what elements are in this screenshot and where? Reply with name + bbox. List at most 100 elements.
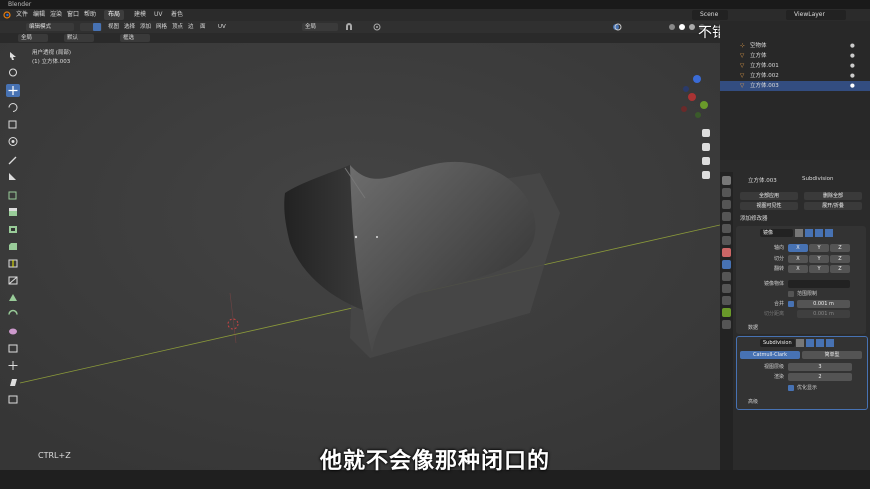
tool-tab-icon[interactable]	[722, 176, 731, 185]
apply-all-button[interactable]: 全部应用	[740, 192, 798, 200]
clipping-checkbox[interactable]	[788, 291, 794, 297]
add-modifier-dropdown[interactable]: 添加修改器	[740, 214, 768, 222]
transform-orientation[interactable]: 全局	[302, 23, 338, 31]
pivot-select[interactable]: 默认	[64, 34, 94, 42]
zoom-icon[interactable]	[702, 129, 710, 137]
bisect-y-toggle[interactable]: Y	[809, 255, 829, 263]
physics-tab-icon[interactable]	[722, 284, 731, 293]
outliner-item-selected[interactable]: ▽ 立方体.003 ●	[720, 81, 870, 91]
merge-distance-field[interactable]: 0.001 m	[797, 300, 850, 308]
subdivision-display-toggles[interactable]	[796, 339, 836, 347]
subdivision-name-field[interactable]: Subdivision	[760, 339, 795, 347]
transform-tool[interactable]	[6, 135, 20, 148]
bisect-z-toggle[interactable]: Z	[830, 255, 850, 263]
pan-icon[interactable]	[702, 143, 710, 151]
proportional-edit-icon[interactable]	[373, 23, 381, 31]
world-tab-icon[interactable]	[722, 236, 731, 245]
object-tab-icon[interactable]	[722, 248, 731, 257]
delete-all-button[interactable]: 删除全部	[804, 192, 862, 200]
measure-tool[interactable]	[6, 170, 20, 183]
3d-viewport[interactable]: 用户透视 (局部) (1) 立方体.003	[0, 43, 720, 470]
mirror-name-field[interactable]: 镜像	[760, 229, 793, 237]
camera-view-icon[interactable]	[702, 157, 710, 165]
move-tool[interactable]	[6, 84, 20, 97]
flip-z-toggle[interactable]: Z	[830, 265, 850, 273]
rotate-tool[interactable]	[6, 101, 20, 114]
visibility-icon[interactable]: ●	[850, 51, 855, 61]
tab-layout[interactable]: 布局	[104, 10, 125, 20]
shrink-fatten-tool[interactable]	[6, 359, 20, 372]
particles-tab-icon[interactable]	[722, 272, 731, 281]
outliner-item[interactable]: ▽ 立方体.001 ●	[720, 61, 870, 71]
expand-collapse-button[interactable]: 展开/折叠	[804, 202, 862, 210]
render-tab-icon[interactable]	[722, 188, 731, 197]
select-mode-buttons[interactable]	[80, 23, 102, 31]
bevel-tool[interactable]	[6, 240, 20, 253]
extrude-tool[interactable]	[6, 206, 20, 219]
inset-tool[interactable]	[6, 223, 20, 236]
menu-face[interactable]: 面	[200, 22, 206, 32]
flip-y-toggle[interactable]: Y	[809, 265, 829, 273]
add-cube-tool[interactable]	[6, 189, 20, 202]
snap-icon[interactable]	[345, 23, 353, 31]
menu-mesh[interactable]: 网格	[156, 22, 167, 32]
catmull-clark-button[interactable]: Catmull-Clark	[740, 351, 800, 359]
menu-window[interactable]: 窗口	[67, 10, 79, 20]
bisect-distance-field[interactable]: 0.001 m	[797, 310, 850, 318]
bisect-x-toggle[interactable]: X	[788, 255, 808, 263]
tab-shading[interactable]: 着色	[167, 10, 187, 20]
menu-uv[interactable]: UV	[218, 22, 226, 32]
menu-edge[interactable]: 边	[188, 22, 194, 32]
material-tab-icon[interactable]	[722, 320, 731, 329]
menu-file[interactable]: 文件	[16, 10, 28, 20]
visibility-icon[interactable]: ●	[850, 71, 855, 81]
smooth-tool[interactable]	[6, 325, 20, 338]
menu-view[interactable]: 视图	[108, 22, 119, 32]
visibility-icon[interactable]: ●	[850, 81, 855, 91]
viewport-visible-button[interactable]: 视图可见性	[740, 202, 798, 210]
modifier-tab-icon[interactable]	[722, 260, 731, 269]
poly-build-tool[interactable]	[6, 291, 20, 304]
advanced-subpanel[interactable]: 高级	[748, 398, 758, 406]
menu-render[interactable]: 渲染	[50, 10, 62, 20]
select-box-tool[interactable]	[6, 50, 20, 63]
tab-modeling[interactable]: 建模	[130, 10, 150, 20]
menu-vertex[interactable]: 顶点	[172, 22, 183, 32]
shear-tool[interactable]	[6, 376, 20, 389]
grid-view-icon[interactable]	[702, 171, 710, 179]
data-subpanel[interactable]: 数据	[748, 324, 758, 332]
knife-tool[interactable]	[6, 274, 20, 287]
viewlayer-selector[interactable]: ViewLayer	[786, 10, 846, 20]
visibility-icon[interactable]: ●	[850, 61, 855, 71]
mirror-object-field[interactable]	[788, 280, 850, 288]
axis-z-toggle[interactable]: Z	[830, 244, 850, 252]
annotate-tool[interactable]	[6, 154, 20, 167]
loop-cut-tool[interactable]	[6, 257, 20, 270]
mode-select[interactable]: 编辑模式	[26, 23, 74, 31]
axis-y-toggle[interactable]: Y	[809, 244, 829, 252]
constraints-tab-icon[interactable]	[722, 296, 731, 305]
cursor-tool[interactable]	[6, 66, 20, 79]
levels-viewport-field[interactable]: 3	[788, 363, 852, 371]
render-levels-field[interactable]: 2	[788, 373, 852, 381]
coord-select[interactable]: 全局	[18, 34, 48, 42]
edge-slide-tool[interactable]	[6, 342, 20, 355]
outliner-item[interactable]: ▽ 立方体 ●	[720, 51, 870, 61]
menu-add[interactable]: 添加	[140, 22, 151, 32]
outliner-item[interactable]: ▽ 立方体.002 ●	[720, 71, 870, 81]
mirror-display-toggles[interactable]	[795, 229, 835, 237]
data-tab-icon[interactable]	[722, 308, 731, 317]
tab-uv[interactable]: UV	[150, 10, 167, 20]
outliner-item[interactable]: ⊹ 空物体 ●	[720, 41, 870, 51]
output-tab-icon[interactable]	[722, 200, 731, 209]
menu-edit[interactable]: 编辑	[33, 10, 45, 20]
drag-select[interactable]: 框选	[120, 34, 150, 42]
spin-tool[interactable]	[6, 308, 20, 321]
view-layer-tab-icon[interactable]	[722, 212, 731, 221]
scene-selector[interactable]: Scene	[692, 10, 728, 20]
merge-checkbox[interactable]	[788, 301, 794, 307]
axis-x-toggle[interactable]: X	[788, 244, 808, 252]
flip-x-toggle[interactable]: X	[788, 265, 808, 273]
menu-select[interactable]: 选择	[124, 22, 135, 32]
visibility-icon[interactable]: ●	[850, 41, 855, 51]
